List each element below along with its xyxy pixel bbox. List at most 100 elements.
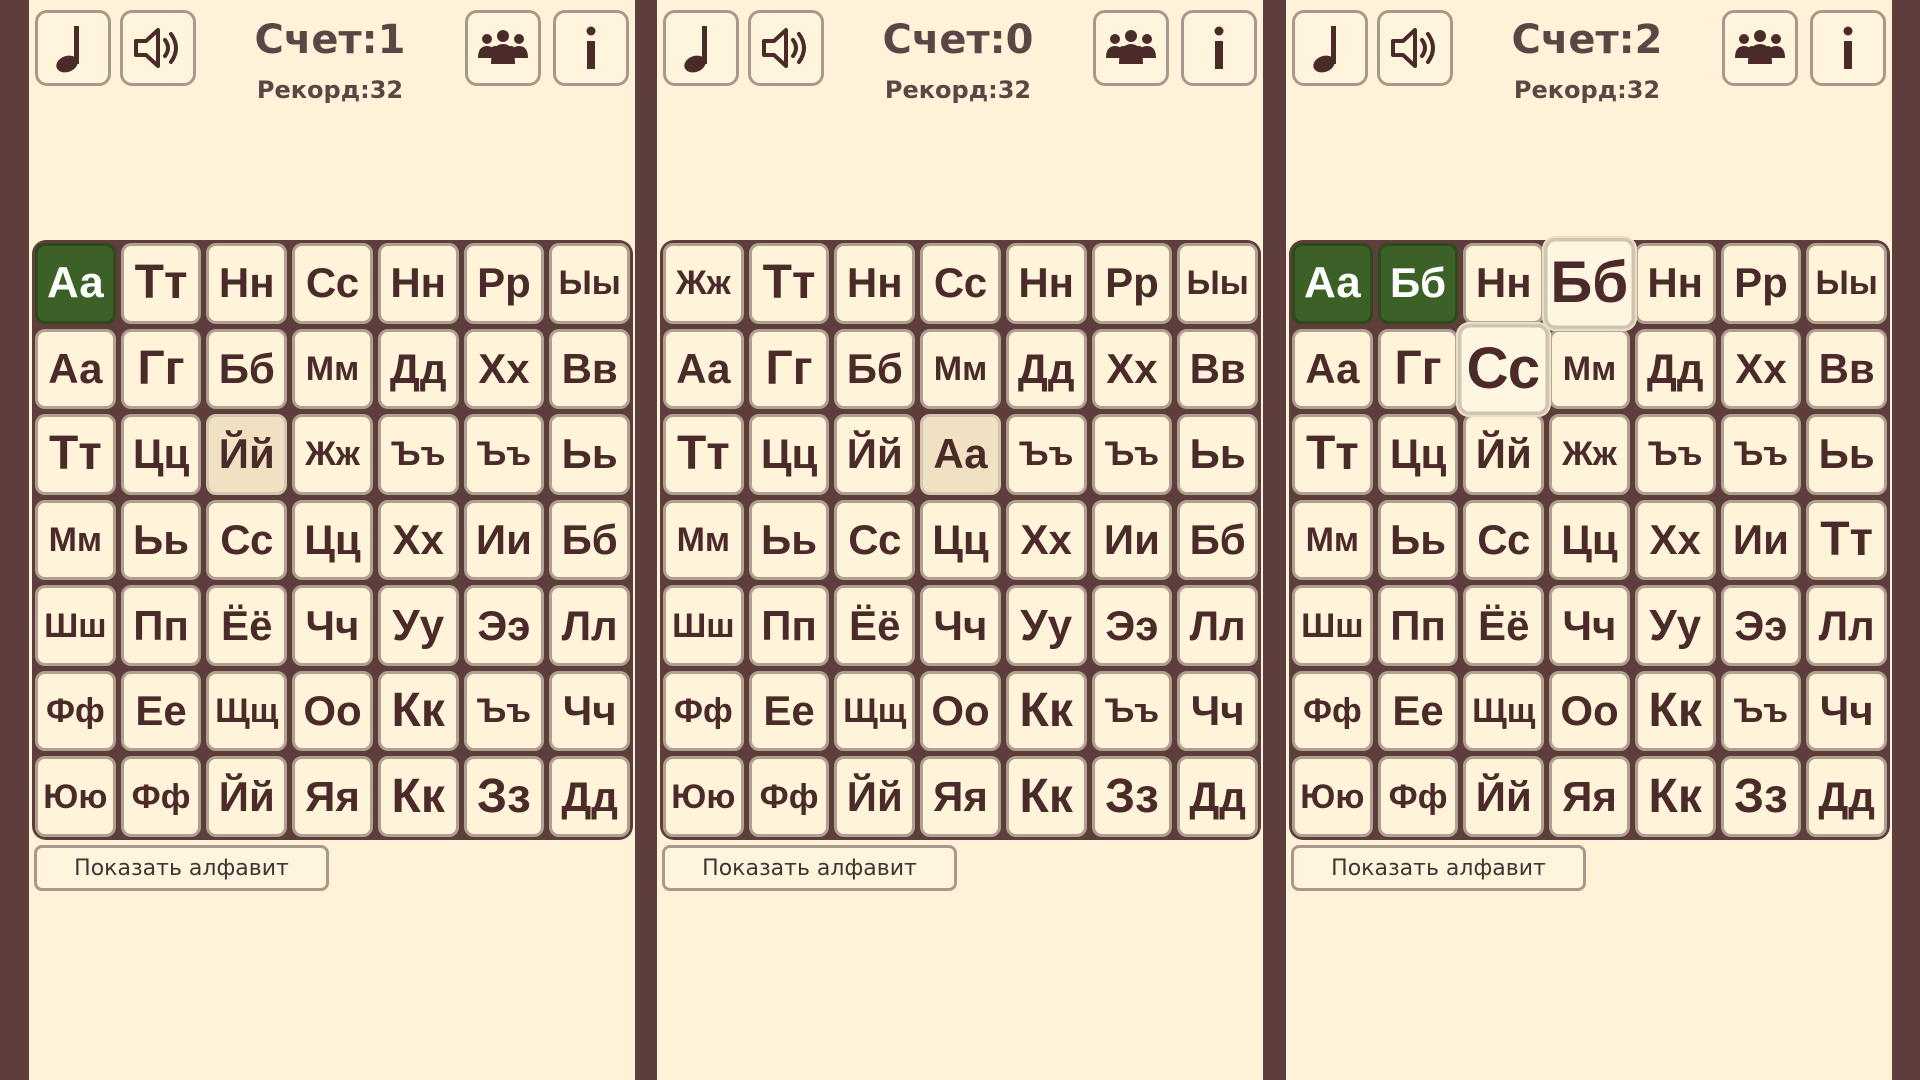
letter-tile-r2-c7[interactable]: Вв: [549, 328, 630, 410]
letter-tile-r2-c4[interactable]: Мм: [292, 328, 373, 410]
letter-tile-r1-c3[interactable]: Нн: [834, 243, 916, 324]
letter-tile-r3-c3[interactable]: Йй: [1463, 414, 1545, 495]
letter-tile-r3-c5[interactable]: Ъъ: [1634, 414, 1716, 495]
letter-tile-r6-c6[interactable]: Ъъ: [463, 670, 545, 752]
letter-tile-r3-c5[interactable]: Ъъ: [1005, 414, 1087, 495]
letter-tile-r3-c1[interactable]: Тт: [663, 414, 744, 495]
letter-tile-r3-c7[interactable]: Ьь: [549, 414, 630, 495]
info-button[interactable]: [553, 10, 629, 86]
letter-tile-r1-c4[interactable]: Сс: [920, 243, 1001, 324]
letter-tile-r1-c6[interactable]: Рр: [463, 243, 545, 324]
letter-tile-r4-c7[interactable]: Бб: [1177, 499, 1258, 581]
show-alphabet-button[interactable]: Показать алфавит: [34, 845, 329, 891]
letter-tile-r3-c7[interactable]: Ьь: [1806, 414, 1887, 495]
letter-tile-r6-c7[interactable]: Чч: [1806, 670, 1887, 752]
letter-tile-r3-c6[interactable]: Ъъ: [1091, 414, 1173, 495]
letter-tile-r1-c5[interactable]: Нн: [377, 243, 459, 324]
letter-tile-r1-c6[interactable]: Рр: [1720, 243, 1802, 324]
letter-tile-r1-c7[interactable]: Ыы: [1806, 243, 1887, 324]
letter-tile-r7-c2[interactable]: Фф: [120, 756, 202, 837]
letter-tile-r7-c3[interactable]: Йй: [1463, 756, 1545, 837]
music-button[interactable]: [35, 10, 111, 86]
letter-tile-r7-c7[interactable]: Дд: [1806, 756, 1887, 837]
letter-tile-r6-c1[interactable]: Фф: [35, 670, 116, 752]
letter-tile-r3-c4[interactable]: Жж: [1549, 414, 1630, 495]
letter-tile-r1-c1[interactable]: Аа: [1292, 243, 1373, 324]
letter-tile-r3-c6[interactable]: Ъъ: [1720, 414, 1802, 495]
letter-tile-r2-c4[interactable]: Мм: [1549, 328, 1630, 410]
letter-tile-r7-c5[interactable]: Кк: [377, 756, 459, 837]
letter-tile-r2-c7[interactable]: Вв: [1806, 328, 1887, 410]
letter-tile-r6-c5[interactable]: Кк: [1634, 670, 1716, 752]
letter-tile-r5-c3[interactable]: Ёё: [834, 585, 916, 666]
letter-tile-r4-c6[interactable]: Ии: [1091, 499, 1173, 581]
letter-tile-r5-c2[interactable]: Пп: [1377, 585, 1459, 666]
letter-tile-r7-c4[interactable]: Яя: [292, 756, 373, 837]
letter-tile-r4-c1[interactable]: Мм: [1292, 499, 1373, 581]
letter-tile-r5-c4[interactable]: Чч: [292, 585, 373, 666]
letter-tile-r6-c1[interactable]: Фф: [663, 670, 744, 752]
letter-tile-r3-c1[interactable]: Тт: [1292, 414, 1373, 495]
letter-tile-r3-c5[interactable]: Ъъ: [377, 414, 459, 495]
letter-tile-r5-c6[interactable]: Ээ: [1720, 585, 1802, 666]
letter-tile-r2-c2[interactable]: Гг: [748, 328, 830, 410]
letter-tile-r3-c1[interactable]: Тт: [35, 414, 116, 495]
letter-tile-r4-c5[interactable]: Хх: [1634, 499, 1716, 581]
letter-tile-r7-c7[interactable]: Дд: [1177, 756, 1258, 837]
letter-tile-r7-c1[interactable]: Юю: [35, 756, 116, 837]
letter-tile-r2-c4[interactable]: Мм: [920, 328, 1001, 410]
letter-tile-r4-c5[interactable]: Хх: [1005, 499, 1087, 581]
letter-tile-r6-c7[interactable]: Чч: [1177, 670, 1258, 752]
letter-tile-r5-c7[interactable]: Лл: [549, 585, 630, 666]
leaderboard-button[interactable]: [465, 10, 541, 86]
letter-tile-r6-c5[interactable]: Кк: [377, 670, 459, 752]
letter-tile-r1-c6[interactable]: Рр: [1091, 243, 1173, 324]
letter-tile-r5-c7[interactable]: Лл: [1806, 585, 1887, 666]
letter-tile-r3-c6[interactable]: Ъъ: [463, 414, 545, 495]
letter-tile-r2-c3[interactable]: Сс: [1458, 323, 1549, 414]
letter-tile-r4-c1[interactable]: Мм: [35, 499, 116, 581]
show-alphabet-button[interactable]: Показать алфавит: [1291, 845, 1586, 891]
letter-tile-r2-c3[interactable]: Бб: [206, 328, 288, 410]
letter-tile-r5-c1[interactable]: Шш: [35, 585, 116, 666]
letter-tile-r2-c2[interactable]: Гг: [1377, 328, 1459, 410]
letter-tile-r2-c5[interactable]: Дд: [377, 328, 459, 410]
letter-tile-r1-c5[interactable]: Нн: [1005, 243, 1087, 324]
music-button[interactable]: [663, 10, 739, 86]
letter-tile-r7-c4[interactable]: Яя: [920, 756, 1001, 837]
letter-tile-r3-c2[interactable]: Цц: [1377, 414, 1459, 495]
letter-tile-r6-c3[interactable]: Щщ: [1463, 670, 1545, 752]
letter-tile-r2-c6[interactable]: Хх: [1091, 328, 1173, 410]
letter-tile-r7-c3[interactable]: Йй: [834, 756, 916, 837]
letter-tile-r6-c1[interactable]: Фф: [1292, 670, 1373, 752]
letter-tile-r2-c6[interactable]: Хх: [463, 328, 545, 410]
letter-tile-r3-c3[interactable]: Йй: [206, 414, 288, 495]
letter-tile-r2-c7[interactable]: Вв: [1177, 328, 1258, 410]
letter-tile-r4-c4[interactable]: Цц: [292, 499, 373, 581]
letter-tile-r2-c6[interactable]: Хх: [1720, 328, 1802, 410]
letter-tile-r4-c3[interactable]: Сс: [834, 499, 916, 581]
letter-tile-r3-c7[interactable]: Ьь: [1177, 414, 1258, 495]
letter-tile-r6-c4[interactable]: Оо: [292, 670, 373, 752]
letter-tile-r6-c4[interactable]: Оо: [920, 670, 1001, 752]
letter-tile-r5-c6[interactable]: Ээ: [1091, 585, 1173, 666]
letter-tile-r1-c7[interactable]: Ыы: [549, 243, 630, 324]
letter-tile-r7-c4[interactable]: Яя: [1549, 756, 1630, 837]
letter-tile-r5-c1[interactable]: Шш: [663, 585, 744, 666]
letter-tile-r3-c2[interactable]: Цц: [120, 414, 202, 495]
letter-tile-r6-c3[interactable]: Щщ: [206, 670, 288, 752]
letter-tile-r5-c1[interactable]: Шш: [1292, 585, 1373, 666]
letter-tile-r1-c4[interactable]: Сс: [292, 243, 373, 324]
letter-tile-r6-c2[interactable]: Ее: [120, 670, 202, 752]
info-button[interactable]: [1181, 10, 1257, 86]
letter-tile-r5-c5[interactable]: Уу: [377, 585, 459, 666]
letter-tile-r4-c7[interactable]: Бб: [549, 499, 630, 581]
letter-tile-r4-c3[interactable]: Сс: [1463, 499, 1545, 581]
letter-tile-r5-c4[interactable]: Чч: [920, 585, 1001, 666]
letter-tile-r1-c3[interactable]: Нн: [1463, 243, 1545, 324]
letter-tile-r3-c2[interactable]: Цц: [748, 414, 830, 495]
letter-tile-r7-c5[interactable]: Кк: [1005, 756, 1087, 837]
letter-tile-r4-c2[interactable]: Ьь: [1377, 499, 1459, 581]
letter-tile-r1-c5[interactable]: Нн: [1634, 243, 1716, 324]
letter-tile-r7-c2[interactable]: Фф: [1377, 756, 1459, 837]
